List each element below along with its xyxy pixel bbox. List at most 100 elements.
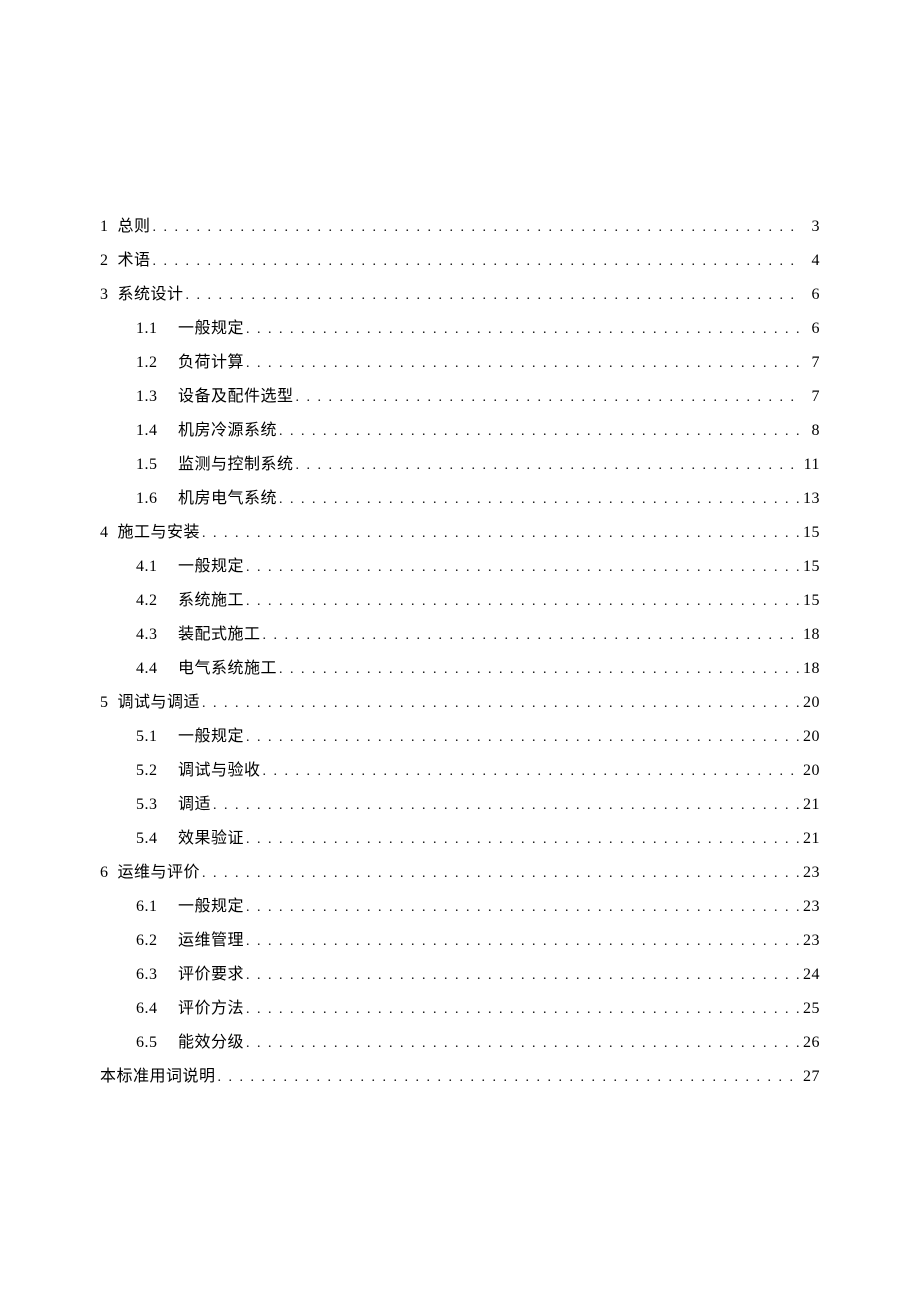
toc-entry-title: 一般规定 xyxy=(178,890,244,923)
toc-entry-number: 1 xyxy=(100,210,109,243)
toc-entry-page: 20 xyxy=(800,686,820,719)
toc-leader-dots xyxy=(244,551,800,584)
toc-entry-page: 21 xyxy=(800,822,820,855)
toc-entry-number: 1.4 xyxy=(100,414,178,447)
toc-entry-title: 负荷计算 xyxy=(178,346,244,379)
toc-entry: 5.4效果验证21 xyxy=(100,822,820,856)
toc-entry-number: 4.1 xyxy=(100,550,178,583)
toc-entry: 4.1一般规定 15 xyxy=(100,550,820,584)
toc-leader-dots xyxy=(200,687,800,720)
toc-entry-title: 总则 xyxy=(118,210,151,243)
toc-entry: 本标准用词说明 27 xyxy=(100,1060,820,1094)
toc-entry-page: 20 xyxy=(800,754,820,787)
toc-entry-number: 5 xyxy=(100,686,109,719)
toc-entry: 6.5能效分级 26 xyxy=(100,1026,820,1060)
toc-entry-number: 5.3 xyxy=(100,788,178,821)
toc-entry-page: 3 xyxy=(800,210,820,243)
toc-entry-number: 4.3 xyxy=(100,618,178,651)
toc-entry-title: 一般规定 xyxy=(178,720,244,753)
toc-entry-number: 6 xyxy=(100,856,109,889)
toc-entry-title: 机房冷源系统 xyxy=(178,414,277,447)
toc-entry-page: 7 xyxy=(800,346,820,379)
toc-entry-page: 6 xyxy=(800,278,820,311)
toc-entry: 6.2运维管理23 xyxy=(100,924,820,958)
toc-entry: 4 施工与安装15 xyxy=(100,516,820,550)
toc-entry-title: 本标准用词说明 xyxy=(100,1060,216,1093)
toc-entry: 5 调试与调适 20 xyxy=(100,686,820,720)
toc-entry-number: 3 xyxy=(100,278,109,311)
toc-entry-page: 11 xyxy=(800,448,820,481)
toc-leader-dots xyxy=(216,1061,800,1094)
toc-leader-dots xyxy=(244,925,800,958)
toc-leader-dots xyxy=(184,279,800,312)
toc-entry-page: 23 xyxy=(800,856,820,889)
toc-entry-title: 调试与调适 xyxy=(118,686,201,719)
toc-entry-page: 21 xyxy=(800,788,820,821)
toc-entry-number: 1.2 xyxy=(100,346,178,379)
toc-leader-dots xyxy=(277,483,800,516)
toc-leader-dots xyxy=(277,653,800,686)
toc-entry-title: 系统设计 xyxy=(118,278,184,311)
toc-entry-page: 15 xyxy=(800,584,820,617)
toc-leader-dots xyxy=(244,1027,800,1060)
toc-entry-page: 15 xyxy=(800,550,820,583)
toc-entry: 1 总则 3 xyxy=(100,210,820,244)
toc-entry-page: 18 xyxy=(800,618,820,651)
toc-leader-dots xyxy=(244,959,800,992)
toc-entry-page: 23 xyxy=(800,890,820,923)
toc-entry: 1.5监测与控制系统11 xyxy=(100,448,820,482)
toc-leader-dots xyxy=(261,619,800,652)
toc-num-gap xyxy=(109,516,118,549)
toc-entry-page: 20 xyxy=(800,720,820,753)
toc-entry-title: 一般规定 xyxy=(178,312,244,345)
toc-leader-dots xyxy=(244,347,800,380)
toc-entry: 1.1一般规定6 xyxy=(100,312,820,346)
toc-entry: 1.3设备及配件选型7 xyxy=(100,380,820,414)
toc-entry-number: 2 xyxy=(100,244,109,277)
toc-entry-page: 7 xyxy=(800,380,820,413)
toc-leader-dots xyxy=(200,857,800,890)
toc-entry-page: 8 xyxy=(800,414,820,447)
toc-leader-dots xyxy=(211,789,800,822)
toc-entry-title: 调试与验收 xyxy=(178,754,261,787)
toc-entry-title: 装配式施工 xyxy=(178,618,261,651)
toc-entry-page: 26 xyxy=(800,1026,820,1059)
toc-num-gap xyxy=(109,244,118,277)
toc-entry-title: 设备及配件选型 xyxy=(178,380,294,413)
toc-entry-title: 一般规定 xyxy=(178,550,244,583)
toc-leader-dots xyxy=(200,517,800,550)
toc-entry-page: 25 xyxy=(800,992,820,1025)
toc-entry: 5.2调试与验收20 xyxy=(100,754,820,788)
toc-entry-number: 5.4 xyxy=(100,822,178,855)
toc-entry-page: 18 xyxy=(800,652,820,685)
toc-entry: 6 运维与评价 23 xyxy=(100,856,820,890)
toc-entry-title: 系统施工 xyxy=(178,584,244,617)
toc-entry-page: 13 xyxy=(800,482,820,515)
toc-entry: 5.3调适 21 xyxy=(100,788,820,822)
toc-entry-page: 23 xyxy=(800,924,820,957)
toc-entry-page: 24 xyxy=(800,958,820,991)
toc-leader-dots xyxy=(244,891,800,924)
toc-num-gap xyxy=(109,210,118,243)
toc-entry: 4.4电气系统施工18 xyxy=(100,652,820,686)
toc-leader-dots xyxy=(261,755,800,788)
toc-entry-title: 监测与控制系统 xyxy=(178,448,294,481)
toc-leader-dots xyxy=(244,313,800,346)
toc-entry-title: 调适 xyxy=(178,788,211,821)
toc-page: 1 总则32 术语43 系统设计61.1一般规定61.2负荷计算71.3设备及配… xyxy=(0,0,920,1301)
toc-entry-title: 电气系统施工 xyxy=(178,652,277,685)
toc-entry: 5.1一般规定20 xyxy=(100,720,820,754)
toc-entry-page: 27 xyxy=(800,1060,820,1093)
toc-entry-title: 能效分级 xyxy=(178,1026,244,1059)
toc-entry-number: 6.1 xyxy=(100,890,178,923)
toc-entry-number: 6.5 xyxy=(100,1026,178,1059)
toc-entry-title: 运维与评价 xyxy=(118,856,201,889)
toc-entry-title: 术语 xyxy=(118,244,151,277)
toc-entry-title: 评价要求 xyxy=(178,958,244,991)
toc-entry-page: 6 xyxy=(800,312,820,345)
toc-entry: 1.2负荷计算 7 xyxy=(100,346,820,380)
toc-entry-title: 施工与安装 xyxy=(118,516,201,549)
toc-entry: 6.3评价要求24 xyxy=(100,958,820,992)
toc-entry-title: 运维管理 xyxy=(178,924,244,957)
toc-num-gap xyxy=(109,278,118,311)
